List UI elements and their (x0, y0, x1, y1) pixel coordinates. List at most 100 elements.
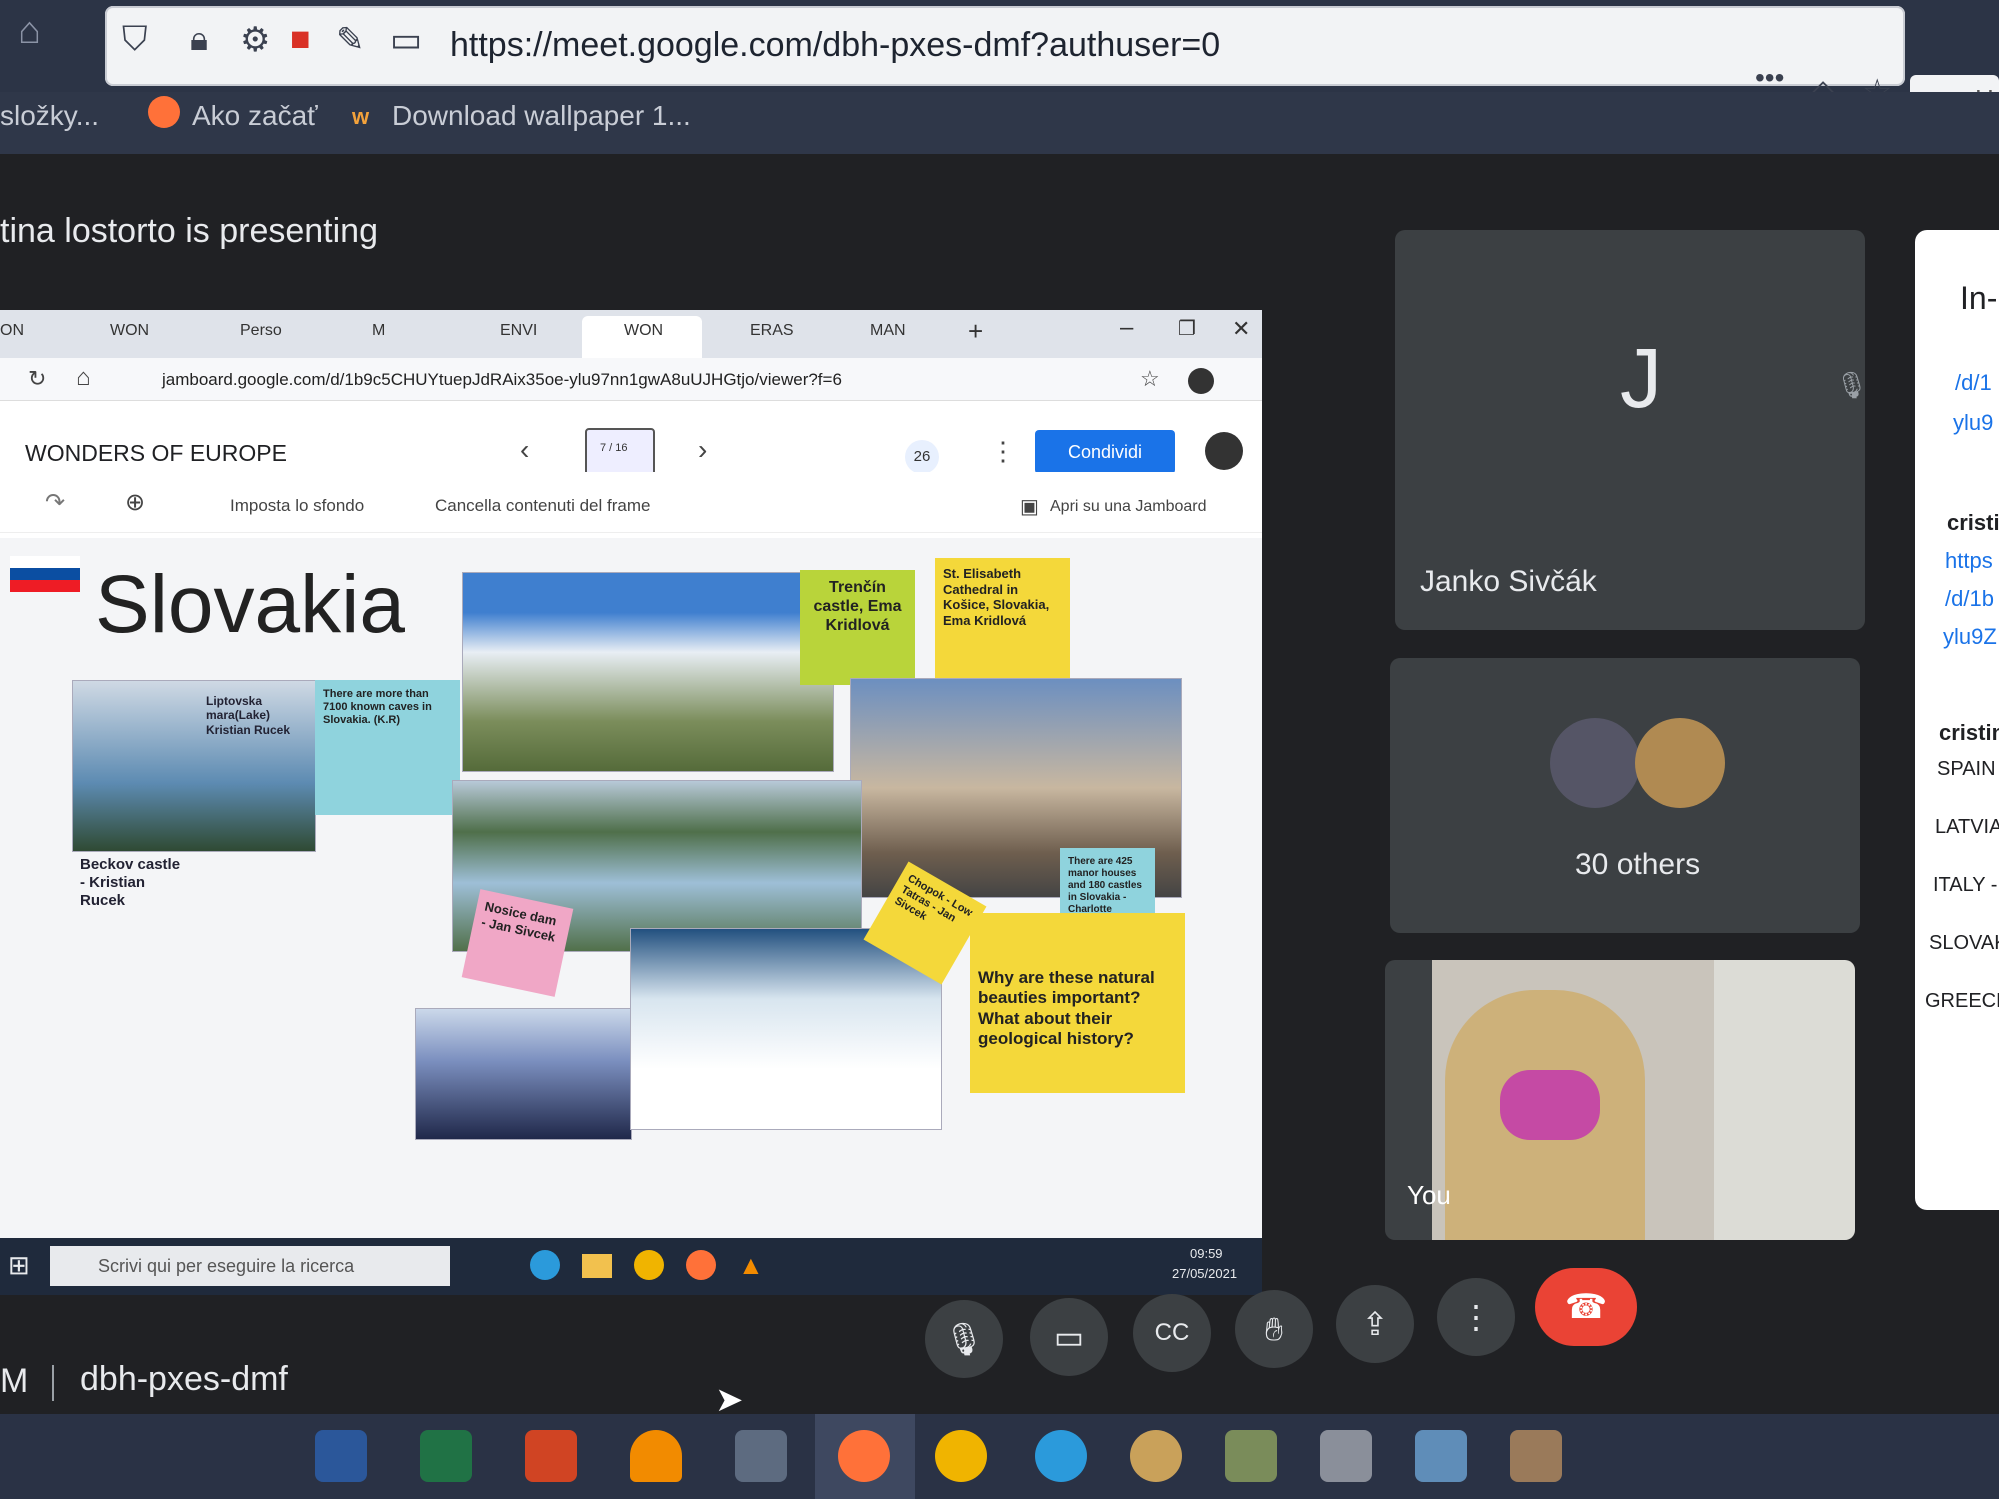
inner-tab[interactable]: WON (624, 322, 663, 340)
inner-tab[interactable]: Perso (240, 322, 282, 340)
home-icon[interactable]: ⌂ (76, 364, 91, 392)
bookmark-folder[interactable]: složky... (0, 100, 99, 132)
jamboard-canvas[interactable]: Slovakia Liptovska mara(Lake) Kristian R… (0, 538, 1262, 1238)
inner-tab[interactable]: ENVI (500, 322, 537, 340)
close-icon[interactable]: ✕ (1232, 316, 1250, 342)
redo-icon[interactable]: ↷ (45, 488, 65, 517)
inner-tab[interactable]: ERAS (750, 322, 794, 340)
firefox-inner-icon[interactable] (686, 1250, 716, 1280)
photo-city-night[interactable] (415, 1008, 632, 1140)
jamboard-title[interactable]: WONDERS OF EUROPE (25, 440, 287, 467)
home-icon[interactable]: ⌂ (18, 10, 41, 53)
note-trencin[interactable]: Trenčín castle, Ema Kridlová (800, 570, 915, 685)
avatar (1635, 718, 1725, 808)
inner-tab[interactable]: M (372, 322, 385, 340)
edge-icon[interactable] (530, 1250, 560, 1280)
mic-blocked-icon[interactable]: ✎ (336, 20, 365, 60)
url-text[interactable]: https://meet.google.com/dbh-pxes-dmf?aut… (450, 26, 1220, 65)
share-button[interactable]: Condividi (1035, 430, 1175, 474)
participant-tile-you[interactable]: You (1385, 960, 1855, 1240)
clear-frame-button[interactable]: Cancella contenuti del frame (435, 496, 650, 516)
chrome-taskbar-icon[interactable] (935, 1430, 987, 1482)
word-icon[interactable] (315, 1430, 367, 1482)
photo-trencin-castle[interactable] (462, 572, 834, 772)
account-avatar[interactable] (1205, 432, 1243, 470)
tools-icon[interactable] (1320, 1430, 1372, 1482)
vlc-icon[interactable]: ▲ (738, 1250, 764, 1281)
more-options-button[interactable]: ⋮ (1437, 1278, 1515, 1356)
more-icon[interactable]: ••• (1755, 62, 1784, 94)
next-frame-icon[interactable]: › (698, 434, 707, 466)
inner-url-text[interactable]: jamboard.google.com/d/1b9c5CHUYtuepJdRAi… (162, 370, 842, 390)
reload-icon[interactable]: ↻ (28, 366, 46, 392)
note-caves[interactable]: There are more than 7100 known caves in … (315, 680, 460, 815)
present-button[interactable]: ⇪ (1336, 1285, 1414, 1363)
chat-country: ITALY - (1933, 874, 1998, 896)
bookmark-ako-zacat[interactable]: Ako začať (192, 100, 318, 132)
edge-taskbar-icon[interactable] (1035, 1430, 1087, 1482)
excel-icon[interactable] (420, 1430, 472, 1482)
captions-button[interactable]: CC (1133, 1294, 1211, 1372)
inner-taskbar-search[interactable]: Scrivi qui per eseguire la ricerca (50, 1246, 450, 1286)
chat-icon[interactable]: ▭ (390, 20, 422, 60)
folder-icon[interactable] (582, 1254, 612, 1278)
inner-tab[interactable]: WON (110, 322, 149, 340)
app-icon[interactable] (1510, 1430, 1562, 1482)
prev-frame-icon[interactable]: ‹ (520, 434, 529, 466)
new-tab-icon[interactable]: + (968, 316, 983, 347)
powerpoint-icon[interactable] (525, 1430, 577, 1482)
participant-tile-others[interactable]: 30 others (1390, 658, 1860, 933)
chat-country: LATVIA (1935, 816, 1999, 838)
gallery-icon[interactable] (1415, 1430, 1467, 1482)
minimize-icon[interactable]: – (1120, 314, 1133, 342)
chat-link[interactable]: ylu9Z (1943, 624, 1997, 650)
mic-button[interactable]: 🎙︎ (925, 1300, 1003, 1378)
firefox-taskbar-icon[interactable] (838, 1430, 890, 1482)
participant-tile-janko[interactable]: J Janko Sivčák 🎙︎ (1395, 230, 1868, 630)
camera-button[interactable]: ▭ (1030, 1298, 1108, 1376)
note-beckov[interactable]: Beckov castle - Kristian Rucek (72, 848, 192, 918)
chat-country: SPAIN (1937, 758, 1996, 780)
chat-link[interactable]: /d/1b (1945, 586, 1994, 612)
share-button-label: Condividi (1067, 442, 1143, 462)
chat-author: cristi (1947, 510, 1999, 535)
paint-icon[interactable] (1130, 1430, 1182, 1482)
divider (52, 1365, 54, 1401)
inner-clock-date: 27/05/2021 (1172, 1266, 1238, 1281)
chat-country: GREECE (1925, 990, 1999, 1012)
calculator-icon[interactable] (735, 1430, 787, 1482)
windows-start-icon[interactable]: ⊞ (8, 1250, 30, 1281)
chat-link[interactable]: https (1945, 548, 1993, 574)
chrome-icon[interactable] (634, 1250, 664, 1280)
set-background-button[interactable]: Imposta lo sfondo (230, 496, 364, 516)
chat-link[interactable]: ylu9 (1953, 410, 1993, 436)
raise-hand-button[interactable]: ✋︎ (1235, 1290, 1313, 1368)
end-call-button[interactable]: ☎︎ (1535, 1268, 1637, 1346)
self-label: You (1407, 1180, 1451, 1210)
camera-icon[interactable]: ■ (290, 20, 311, 59)
meeting-code: dbh-pxes-dmf (80, 1360, 288, 1398)
lock-icon[interactable]: 🔒︎ (190, 20, 208, 59)
bookmark-download-wallpaper[interactable]: Download wallpaper 1... (392, 100, 691, 132)
maximize-icon[interactable]: ❐ (1178, 316, 1196, 341)
shared-screen: ON WON Perso M ENVI WON ERAS MAN + – ❐ ✕… (0, 310, 1262, 1295)
note-elisabeth[interactable]: St. Elisabeth Cathedral in Košice, Slova… (935, 558, 1070, 688)
note-liptovska[interactable]: Liptovska mara(Lake) Kristian Rucek (198, 686, 318, 745)
chat-author: cristin (1939, 720, 1999, 745)
avatar (1550, 718, 1640, 808)
inner-tab[interactable]: ON (0, 322, 24, 340)
open-jamboard-button[interactable]: Apri su una Jamboard (1050, 498, 1207, 516)
note-nosice[interactable]: Nosice dam - Jan Sivcek (461, 889, 574, 997)
vlc-icon[interactable] (630, 1430, 682, 1482)
zoom-icon[interactable]: ⊕ (125, 488, 145, 517)
profile-avatar[interactable] (1188, 368, 1214, 394)
permissions-icon[interactable]: ⚙ (240, 20, 270, 60)
chat-link[interactable]: /d/1 (1955, 370, 1992, 396)
photos-icon[interactable] (1225, 1430, 1277, 1482)
presenting-label: tina lostorto is presenting (0, 212, 378, 250)
more-vert-icon[interactable]: ⋮ (990, 436, 1016, 467)
inner-tab[interactable]: MAN (870, 322, 906, 340)
frame-counter: 7 / 16 (600, 442, 628, 454)
note-question[interactable]: Why are these natural beauties important… (970, 913, 1185, 1093)
bookmark-star-icon[interactable]: ☆ (1140, 366, 1160, 392)
